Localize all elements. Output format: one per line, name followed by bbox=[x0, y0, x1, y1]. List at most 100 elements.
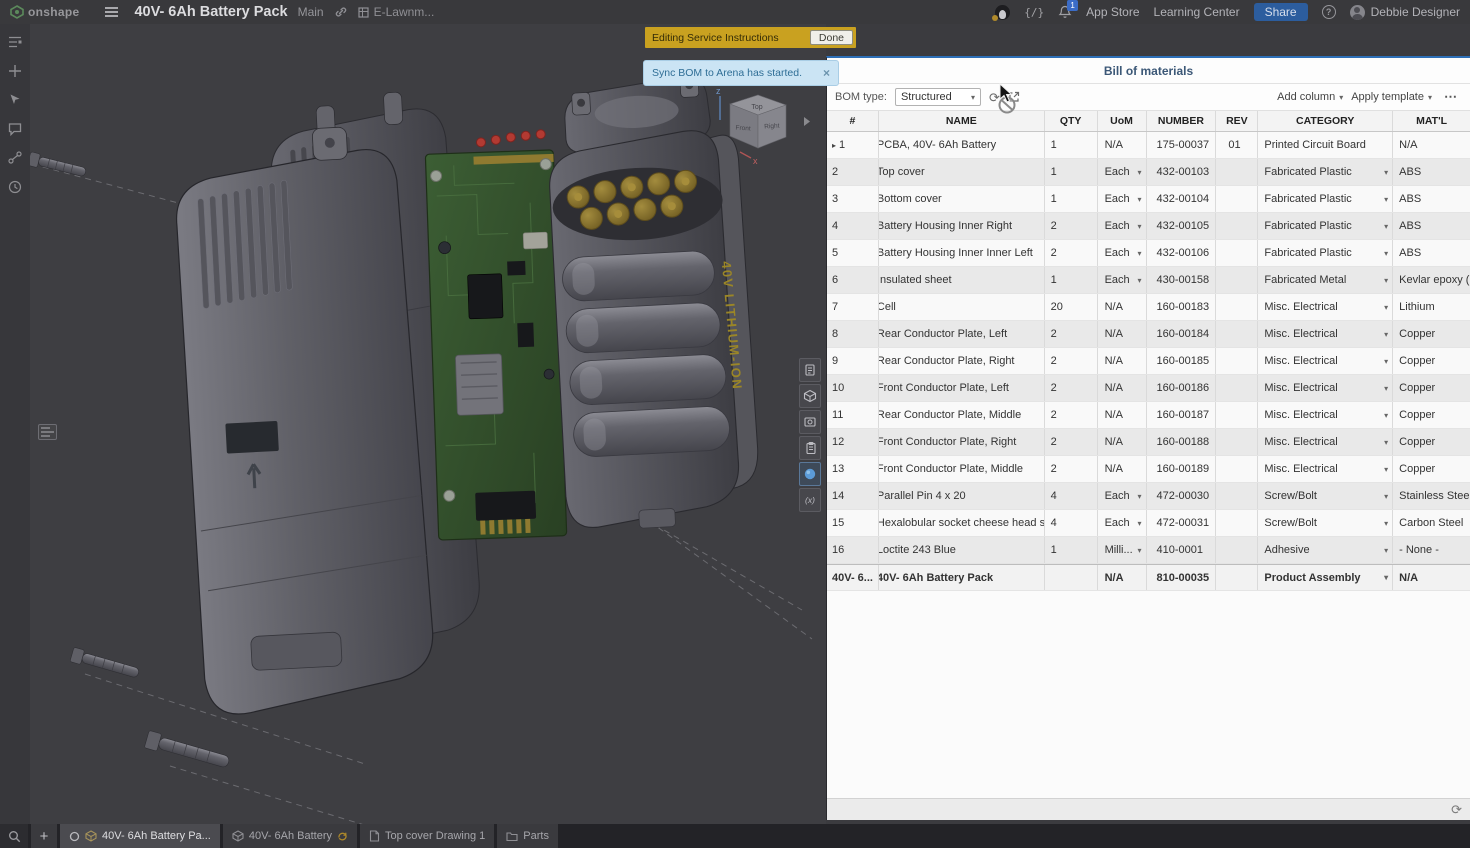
bom-type-value: Structured bbox=[901, 91, 952, 103]
chevron-down-icon[interactable]: ▾ bbox=[1384, 546, 1392, 555]
chevron-down-icon[interactable]: ▾ bbox=[1384, 438, 1392, 447]
sync-bom-icon[interactable]: ⟳ bbox=[989, 91, 1000, 104]
chevron-down-icon[interactable]: ▾ bbox=[1137, 276, 1145, 285]
bom-cell-name: Rear Conductor Plate, Right bbox=[879, 348, 1045, 374]
bom-table-row[interactable]: 9 Rear Conductor Plate, Right 2 N/A 160-… bbox=[827, 348, 1470, 375]
expand-caret-icon[interactable]: ▸ bbox=[832, 141, 836, 150]
chevron-down-icon[interactable]: ▾ bbox=[1137, 519, 1145, 528]
instance-list-toggle[interactable] bbox=[38, 424, 57, 440]
view-cube-top-label[interactable]: Top bbox=[751, 104, 762, 111]
bom-table-row[interactable]: 7 Cell 20 N/A 160-00183 Misc. Electrical… bbox=[827, 294, 1470, 321]
bom-table-row[interactable]: 4 Battery Housing Inner Right 2 Each▾ 43… bbox=[827, 213, 1470, 240]
chevron-down-icon[interactable]: ▾ bbox=[1384, 195, 1392, 204]
main-menu-icon[interactable] bbox=[105, 7, 118, 17]
arena-panel-button[interactable] bbox=[799, 462, 821, 486]
view-cube-menu-icon[interactable] bbox=[804, 117, 810, 126]
linked-document[interactable]: E-Lawnm... bbox=[358, 5, 435, 19]
view-cube-right-label[interactable]: Right bbox=[764, 122, 780, 130]
apply-template-button[interactable]: Apply template▾ bbox=[1351, 91, 1432, 103]
chevron-down-icon[interactable]: ▾ bbox=[1384, 168, 1392, 177]
tab-assembly-active[interactable]: 40V- 6Ah Battery Pa... bbox=[60, 824, 220, 848]
variables-panel-button[interactable]: (x) bbox=[799, 488, 821, 512]
chevron-down-icon[interactable]: ▾ bbox=[1137, 492, 1145, 501]
bom-table-row[interactable]: 15 Hexalobular socket cheese head s... 4… bbox=[827, 510, 1470, 537]
bom-table-row[interactable]: 12 Front Conductor Plate, Right 2 N/A 16… bbox=[827, 429, 1470, 456]
open-in-new-icon[interactable] bbox=[1008, 91, 1020, 103]
chevron-down-icon[interactable]: ▾ bbox=[1137, 195, 1145, 204]
view-cube-front-label[interactable]: Front bbox=[735, 124, 751, 132]
overflow-menu-icon[interactable]: ⋯ bbox=[1444, 89, 1458, 105]
branch-label[interactable]: Main bbox=[298, 5, 324, 19]
add-column-button[interactable]: Add column▾ bbox=[1277, 91, 1343, 103]
bom-table-row[interactable]: 8 Rear Conductor Plate, Left 2 N/A 160-0… bbox=[827, 321, 1470, 348]
bom-panel-button[interactable] bbox=[799, 436, 821, 460]
chevron-down-icon[interactable]: ▾ bbox=[1384, 330, 1392, 339]
chevron-down-icon[interactable]: ▾ bbox=[1384, 303, 1392, 312]
notifications-button[interactable]: 1 bbox=[1058, 5, 1072, 19]
bom-cell-uom: Each▾ bbox=[1098, 240, 1147, 266]
bom-table-row[interactable]: 11 Rear Conductor Plate, Middle 2 N/A 16… bbox=[827, 402, 1470, 429]
bom-table-row[interactable]: 2 Top cover 1 Each▾ 432-00103 Fabricated… bbox=[827, 159, 1470, 186]
z-axis-label: z bbox=[716, 86, 721, 96]
chevron-down-icon[interactable]: ▾ bbox=[1137, 546, 1145, 555]
user-menu[interactable]: Debbie Designer bbox=[1350, 5, 1460, 20]
chevron-down-icon[interactable]: ▾ bbox=[1384, 384, 1392, 393]
history-icon[interactable] bbox=[6, 178, 24, 196]
chevron-down-icon[interactable]: ▾ bbox=[1384, 357, 1392, 366]
bom-table-row[interactable]: 16 Loctite 243 Blue 1 Milli...▾ 410-0001… bbox=[827, 537, 1470, 564]
bom-cell-name: Parallel Pin 4 x 20 bbox=[879, 483, 1045, 509]
bom-cell-number: 432-00106 bbox=[1147, 240, 1217, 266]
bom-cell-name: PCBA, 40V- 6Ah Battery bbox=[879, 132, 1045, 158]
chevron-down-icon[interactable]: ▾ bbox=[1384, 411, 1392, 420]
link-icon[interactable] bbox=[334, 5, 348, 19]
bom-cell-rev bbox=[1216, 483, 1258, 509]
measure-icon[interactable] bbox=[6, 149, 24, 167]
bom-table-row[interactable]: 40V- 6... 40V- 6Ah Battery Pack N/A 810-… bbox=[827, 564, 1470, 591]
app-store-link[interactable]: App Store bbox=[1086, 5, 1139, 19]
refresh-bom-icon[interactable]: ⟳ bbox=[1451, 803, 1462, 816]
dev-portal-icon[interactable]: {/} bbox=[1024, 6, 1044, 19]
chevron-down-icon[interactable]: ▾ bbox=[1384, 492, 1392, 501]
notes-panel-button[interactable] bbox=[799, 358, 821, 382]
graphics-viewport[interactable]: 40V LITHIUM-ION Top Front Right z x bbox=[30, 24, 826, 824]
bom-table-row[interactable]: 10 Front Conductor Plate, Left 2 N/A 160… bbox=[827, 375, 1470, 402]
chevron-down-icon[interactable]: ▾ bbox=[1137, 249, 1145, 258]
bom-table-row[interactable]: ▸1 PCBA, 40V- 6Ah Battery 1 N/A 175-0003… bbox=[827, 132, 1470, 159]
bom-table-row[interactable]: 5 Battery Housing Inner Inner Left 2 Eac… bbox=[827, 240, 1470, 267]
done-button[interactable]: Done bbox=[810, 30, 853, 45]
chevron-down-icon[interactable]: ▾ bbox=[1137, 168, 1145, 177]
named-views-panel-button[interactable] bbox=[799, 410, 821, 434]
select-transform-icon[interactable] bbox=[6, 91, 24, 109]
tab-assembly[interactable]: 40V- 6Ah Battery bbox=[223, 824, 357, 848]
tab-parts-folder[interactable]: Parts bbox=[497, 824, 558, 848]
bom-type-select[interactable]: Structured ▾ bbox=[895, 88, 981, 106]
chevron-down-icon[interactable]: ▾ bbox=[1137, 222, 1145, 231]
assembly-structure-icon[interactable] bbox=[6, 33, 24, 51]
bom-table-row[interactable]: 14 Parallel Pin 4 x 20 4 Each▾ 472-00030… bbox=[827, 483, 1470, 510]
parts-panel-button[interactable] bbox=[799, 384, 821, 408]
chevron-down-icon[interactable]: ▾ bbox=[1384, 276, 1392, 285]
chevron-down-icon[interactable]: ▾ bbox=[1384, 465, 1392, 474]
bom-cell-name: Battery Housing Inner Right bbox=[879, 213, 1045, 239]
learning-center-link[interactable]: Learning Center bbox=[1154, 5, 1240, 19]
onshape-logo[interactable]: onshape bbox=[10, 5, 79, 19]
bom-cell-name: Bottom cover bbox=[879, 186, 1045, 212]
tab-drawing[interactable]: Top cover Drawing 1 bbox=[360, 824, 494, 848]
bom-table-row[interactable]: 6 Insulated sheet 1 Each▾ 430-00158 Fabr… bbox=[827, 267, 1470, 294]
share-button[interactable]: Share bbox=[1254, 3, 1308, 21]
chevron-down-icon[interactable]: ▾ bbox=[1384, 222, 1392, 231]
bom-cell-rev bbox=[1216, 294, 1258, 320]
add-tab-button[interactable]: + bbox=[31, 824, 57, 848]
bom-table-row[interactable]: 13 Front Conductor Plate, Middle 2 N/A 1… bbox=[827, 456, 1470, 483]
chevron-down-icon[interactable]: ▾ bbox=[1384, 519, 1392, 528]
close-icon[interactable]: × bbox=[823, 67, 830, 79]
bom-table-row[interactable]: 3 Bottom cover 1 Each▾ 432-00104 Fabrica… bbox=[827, 186, 1470, 213]
comment-icon[interactable] bbox=[6, 120, 24, 138]
search-tabs-button[interactable] bbox=[0, 824, 28, 848]
collaborator-avatar[interactable] bbox=[995, 5, 1010, 20]
insert-icon[interactable] bbox=[6, 62, 24, 80]
chevron-down-icon[interactable]: ▾ bbox=[1384, 573, 1392, 582]
help-icon[interactable]: ? bbox=[1322, 5, 1336, 19]
bom-cell-name: Insulated sheet bbox=[879, 267, 1045, 293]
chevron-down-icon[interactable]: ▾ bbox=[1384, 249, 1392, 258]
